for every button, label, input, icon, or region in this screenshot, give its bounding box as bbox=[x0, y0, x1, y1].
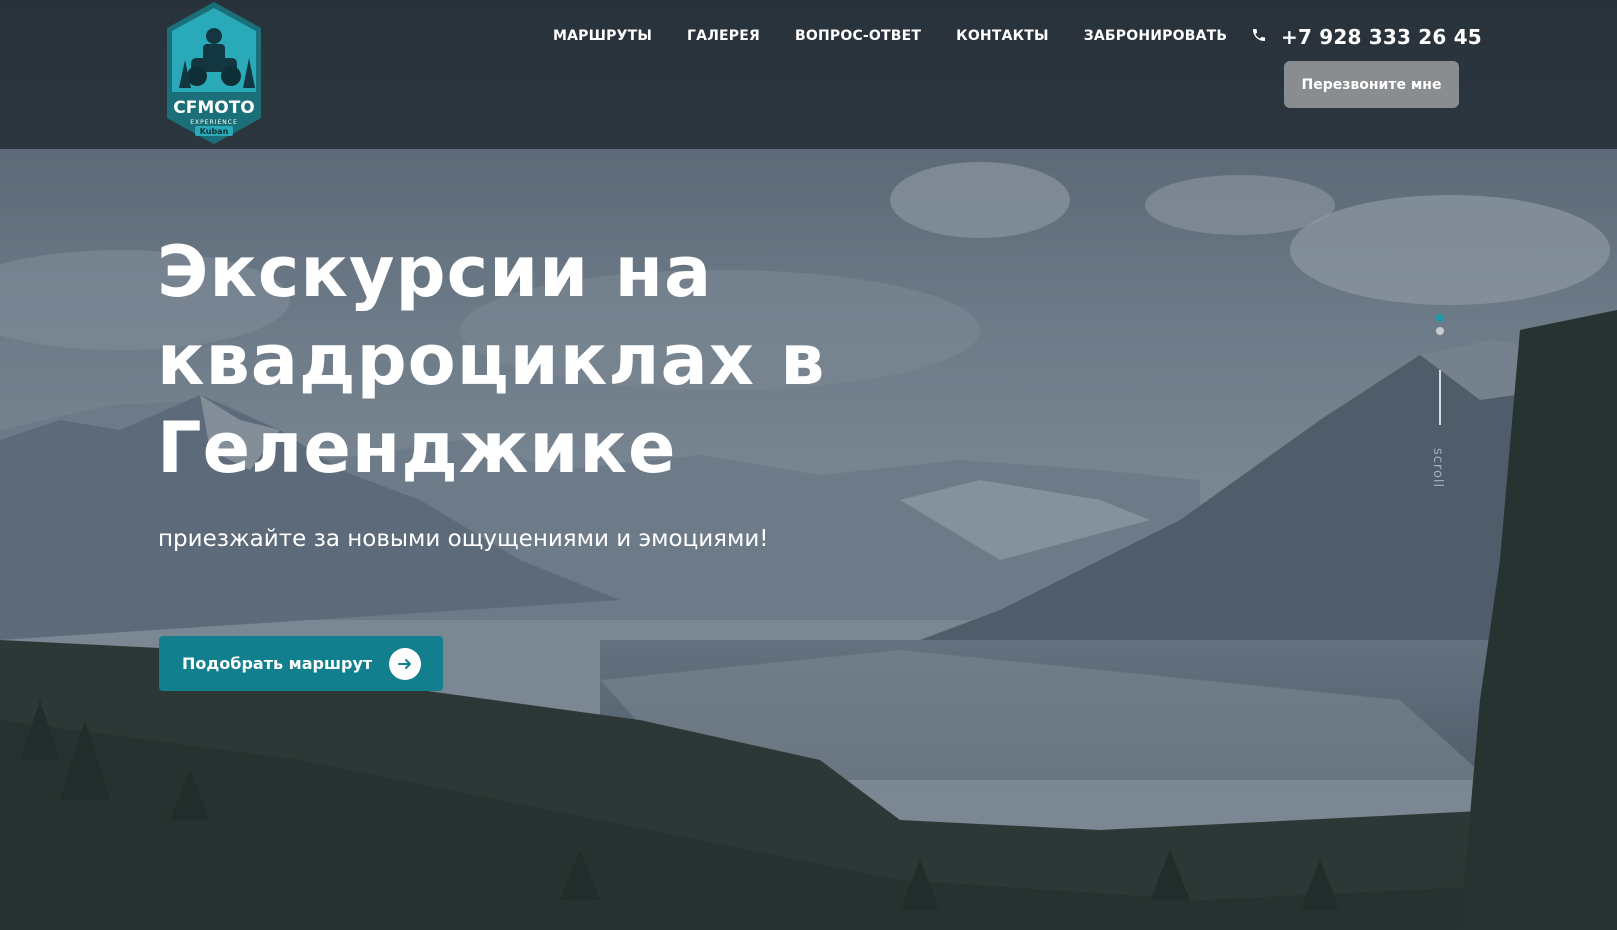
callback-button[interactable]: Перезвоните мне bbox=[1284, 61, 1459, 108]
nav-item-book[interactable]: ЗАБРОНИРОВАТЬ bbox=[1084, 27, 1228, 45]
phone-number[interactable]: +7 928 333 26 45 bbox=[1281, 25, 1482, 49]
arrow-right-icon bbox=[389, 648, 421, 680]
logo-main-text: CFMOTO bbox=[173, 98, 255, 118]
logo-region-text: Kuban bbox=[200, 127, 229, 136]
main-nav: МАРШРУТЫ ГАЛЕРЕЯ ВОПРОС-ОТВЕТ КОНТАКТЫ З… bbox=[553, 27, 1227, 45]
site-header: CFMOTO EXPERIENCE Kuban МАРШРУТЫ ГАЛЕРЕЯ… bbox=[0, 0, 1617, 149]
hero-title-line-3: Геленджике bbox=[157, 407, 677, 489]
hero-subtitle: приезжайте за новыми ощущениями и эмоция… bbox=[158, 526, 769, 552]
nav-item-routes[interactable]: МАРШРУТЫ bbox=[553, 27, 652, 45]
slide-dot[interactable] bbox=[1436, 327, 1444, 335]
brand-logo[interactable]: CFMOTO EXPERIENCE Kuban bbox=[157, 0, 271, 146]
logo-sub-text: EXPERIENCE bbox=[190, 119, 238, 126]
nav-item-faq[interactable]: ВОПРОС-ОТВЕТ bbox=[795, 27, 921, 45]
hero-title-line-2: квадроциклах в bbox=[157, 319, 826, 401]
scroll-label: scroll bbox=[1430, 448, 1445, 489]
hero-title-line-1: Экскурсии на bbox=[157, 231, 713, 313]
nav-item-gallery[interactable]: ГАЛЕРЕЯ bbox=[687, 27, 760, 45]
slide-dot-active[interactable] bbox=[1436, 314, 1444, 322]
hero-title: Экскурсии на квадроциклах в Геленджике bbox=[157, 228, 917, 492]
nav-item-contacts[interactable]: КОНТАКТЫ bbox=[956, 27, 1049, 45]
find-route-button[interactable]: Подобрать маршрут bbox=[159, 636, 443, 691]
scroll-indicator: scroll bbox=[1430, 310, 1450, 500]
find-route-label: Подобрать маршрут bbox=[182, 654, 373, 673]
phone-contact[interactable]: +7 928 333 26 45 bbox=[1251, 25, 1482, 49]
phone-icon bbox=[1251, 27, 1267, 47]
scroll-line bbox=[1439, 370, 1441, 425]
